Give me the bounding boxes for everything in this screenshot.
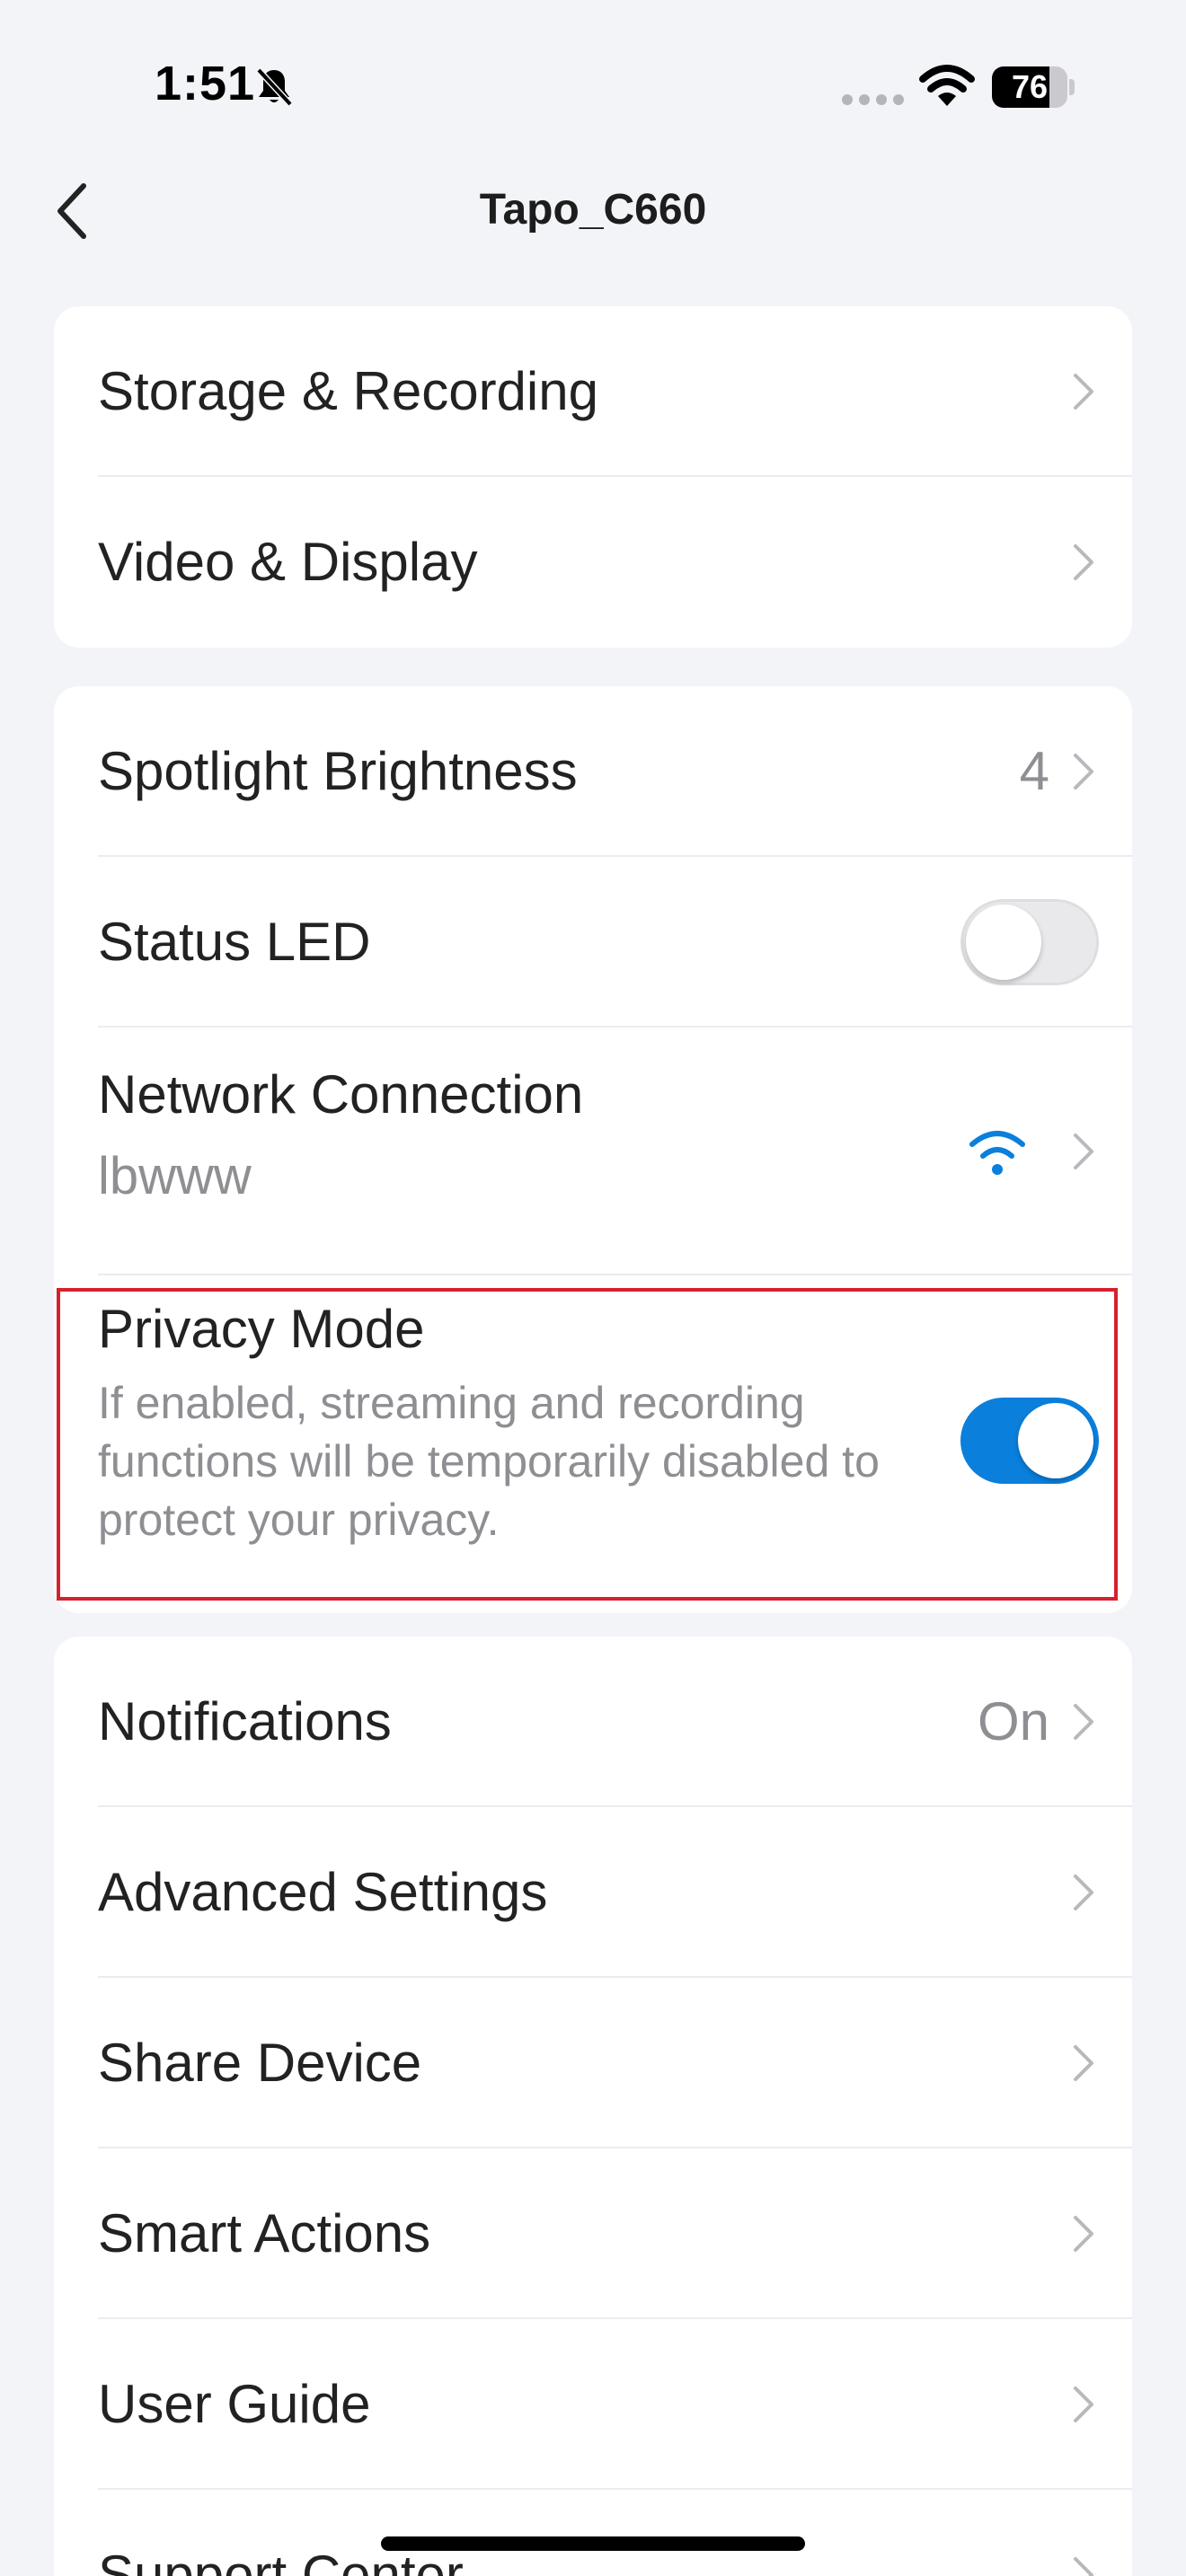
status-led-toggle[interactable] bbox=[960, 899, 1099, 985]
chevron-right-icon bbox=[1074, 2216, 1093, 2252]
smart-actions-row[interactable]: Smart Actions bbox=[54, 2148, 1132, 2319]
advanced-settings-row[interactable]: Advanced Settings bbox=[54, 1807, 1132, 1978]
wifi-signal-icon bbox=[969, 1131, 1025, 1175]
share-device-row[interactable]: Share Device bbox=[54, 1978, 1132, 2148]
spotlight-brightness-label: Spotlight Brightness bbox=[98, 741, 578, 801]
video-display-label: Video & Display bbox=[98, 532, 478, 592]
support-center-row[interactable]: Support Center bbox=[54, 2490, 1132, 2576]
status-time: 1:51 bbox=[155, 57, 256, 110]
notifications-value: On bbox=[977, 1691, 1049, 1751]
network-name: lbwww bbox=[98, 1147, 252, 1205]
status-led-row: Status LED bbox=[54, 857, 1132, 1028]
spotlight-brightness-row[interactable]: Spotlight Brightness 4 bbox=[54, 686, 1132, 857]
network-connection-label: Network Connection bbox=[98, 1064, 584, 1125]
privacy-mode-description: If enabled, streaming and recording func… bbox=[98, 1378, 880, 1545]
chevron-right-icon bbox=[1074, 2386, 1093, 2422]
page-title: Tapo_C660 bbox=[479, 186, 707, 234]
chevron-right-icon bbox=[1074, 754, 1093, 790]
notifications-row[interactable]: Notifications On bbox=[54, 1636, 1132, 1807]
share-device-label: Share Device bbox=[98, 2033, 422, 2093]
chevron-right-icon bbox=[1074, 2557, 1093, 2576]
storage-recording-row[interactable]: Storage & Recording bbox=[54, 306, 1132, 477]
user-guide-label: User Guide bbox=[98, 2374, 371, 2434]
spotlight-brightness-value: 4 bbox=[1019, 741, 1049, 801]
privacy-mode-row: Privacy Mode If enabled, streaming and r… bbox=[54, 1275, 1132, 1601]
smart-actions-label: Smart Actions bbox=[98, 2203, 431, 2263]
bell-slash-icon bbox=[256, 67, 293, 107]
storage-video-card: Storage & Recording Video & Display bbox=[54, 306, 1132, 648]
battery-percent: 76 bbox=[1011, 68, 1049, 105]
user-guide-row[interactable]: User Guide bbox=[54, 2319, 1132, 2490]
wifi-icon bbox=[919, 65, 975, 106]
home-indicator bbox=[381, 2536, 805, 2551]
signal-dots-icon bbox=[842, 94, 904, 105]
settings-screen: 1:51 76 Tapo_C660 Storage & Recording Vi… bbox=[0, 0, 1186, 2576]
privacy-mode-label: Privacy Mode bbox=[98, 1299, 425, 1359]
device-settings-card: Spotlight Brightness 4 Status LED Networ… bbox=[54, 686, 1132, 1613]
battery-icon: 76 bbox=[992, 66, 1075, 108]
storage-recording-label: Storage & Recording bbox=[98, 361, 598, 421]
chevron-right-icon bbox=[1074, 374, 1093, 410]
more-settings-card: Notifications On Advanced Settings Share… bbox=[54, 1636, 1132, 2576]
video-display-row[interactable]: Video & Display bbox=[54, 477, 1132, 648]
support-center-label: Support Center bbox=[98, 2545, 464, 2576]
chevron-right-icon bbox=[1074, 1134, 1093, 1169]
chevron-right-icon bbox=[1074, 1875, 1093, 1910]
privacy-mode-toggle[interactable] bbox=[960, 1398, 1099, 1484]
notifications-label: Notifications bbox=[98, 1691, 392, 1751]
advanced-settings-label: Advanced Settings bbox=[98, 1862, 548, 1922]
status-bar: 1:51 76 bbox=[0, 0, 1186, 171]
chevron-right-icon bbox=[1074, 544, 1093, 580]
network-connection-row[interactable]: Network Connection lbwww bbox=[54, 1028, 1132, 1275]
chevron-right-icon bbox=[1074, 1704, 1093, 1740]
status-led-label: Status LED bbox=[98, 912, 371, 972]
chevron-right-icon bbox=[1074, 2045, 1093, 2081]
